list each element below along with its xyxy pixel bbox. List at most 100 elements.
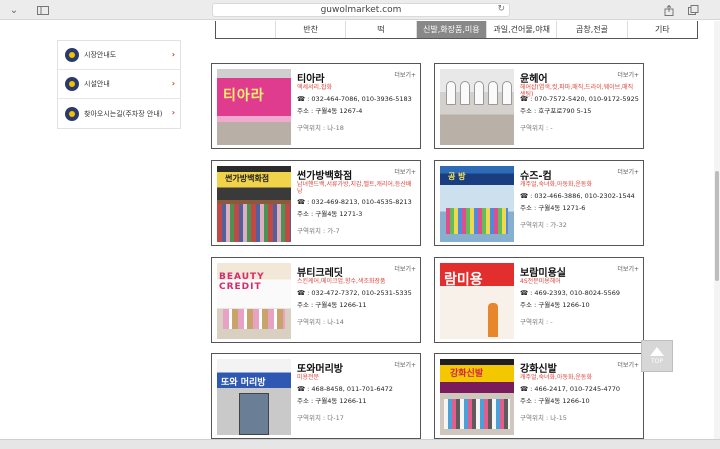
store-address: 주소 : 호구포로790 5-15 [520,107,592,115]
more-link[interactable]: 더보기+ [617,167,639,176]
window-bottom-bar [0,439,720,449]
store-card[interactable]: 공 방 더보기+ 슈즈-컴 캐주얼,숙녀화,아동화,운동화 ☎ : 032-46… [434,160,644,246]
more-link[interactable]: 더보기+ [394,264,416,273]
store-photo[interactable]: 티아라 [217,69,291,145]
sidebar-toggle-icon[interactable] [36,3,50,17]
facility-icon [65,77,79,91]
store-card[interactable]: 강화신발 더보기+ 강화신발 캐주얼,숙녀화,아동화,운동화 ☎ : 466-2… [434,353,644,439]
more-link[interactable]: 더보기+ [394,70,416,79]
store-sign: 또와 머리방 [221,378,266,388]
category-tabs: 반찬 떡 신발,화장품,미용 과일,건어물,야채 곱창,전골 기타 [215,21,698,39]
store-address: 주소 : 구월4동 1266-11 [297,301,367,309]
reload-icon[interactable]: ↻ [497,4,505,14]
store-phone: ☎ : 032-472-7372, 010-2531-5335 [297,289,412,297]
store-phone: ☎ : 466-2417, 010-7245-4770 [520,385,621,393]
chevron-down-icon[interactable]: ⌄ [8,3,20,17]
store-address: 주소 : 구월4동 1266-11 [297,397,367,405]
tab-banchan[interactable]: 반찬 [276,21,347,38]
chevron-right-icon: › [171,50,175,59]
store-address: 주소 : 구월4동 1271-6 [520,204,586,212]
vertical-scrollbar[interactable] [714,21,720,439]
store-sign: 티아라 [223,88,265,104]
store-name: 슈즈-컴 [520,171,552,182]
store-name: 뷰티크레딧 [297,268,343,279]
scroll-top-label: TOP [650,358,663,365]
tabs-overview-icon[interactable] [686,3,700,17]
page-content: 반찬 떡 신발,화장품,미용 과일,건어물,야채 곱창,전골 기타 시장안내도 … [0,21,720,439]
store-photo[interactable]: 썬가방백화점 [217,166,291,242]
sidebar-item-directions[interactable]: 찾아오시는길(주차장 안내) › [58,99,180,128]
store-name: 썬가방백화점 [297,171,353,182]
share-icon[interactable] [662,3,676,17]
store-items: 액세서리,잡화 [297,84,333,91]
store-phone: ☎ : 032-466-3886, 010-2302-1544 [520,192,635,200]
more-link[interactable]: 더보기+ [617,70,639,79]
store-name: 강화신발 [520,364,557,375]
store-zone: 구역위치 : - [520,318,553,326]
store-address: 주소 : 구월4동 1266-10 [520,301,590,309]
chevron-right-icon: › [171,79,175,88]
store-sign: BEAUTY CREDIT [219,272,265,292]
store-photo[interactable]: 람미용 [440,263,514,339]
more-link[interactable]: 더보기+ [617,264,639,273]
store-card[interactable]: 티아라 더보기+ 티아라 액세서리,잡화 ☎ : 032-464-7086, 0… [211,63,421,149]
tab-fruit-dried-vegetable[interactable]: 과일,건어물,야채 [487,21,558,38]
more-link[interactable]: 더보기+ [394,167,416,176]
store-card[interactable]: 썬가방백화점 더보기+ 썬가방백화점 남녀핸드백,서류가방,지갑,벨트,캐리어,… [211,160,421,246]
store-zone: 구역위치 : - [520,124,553,132]
store-zone: 구역위치 : 가-7 [297,227,340,235]
browser-toolbar: ⌄ guwolmarket.com ↻ [0,0,720,20]
store-phone: ☎ : 468-8458, 011-701-6472 [297,385,393,393]
store-sign: 공 방 [448,172,466,181]
store-zone: 구역위치 : 나-14 [297,318,344,326]
scrollbar-thumb[interactable] [715,171,719,281]
store-zone: 구역위치 : 다-17 [297,414,344,422]
store-items: 스킨케어,메이크업,향수,색조화장품 [297,278,386,285]
store-name: 티아라 [297,74,325,85]
category-spacer [216,21,276,38]
store-card[interactable]: 더보기+ 윤헤어 헤어샵(염색,컷,파마,매직,드라이,웨이브,매직셋팅) ☎ … [434,63,644,149]
sidebar-item-label: 찾아오시는길(주차장 안내) [84,109,163,118]
store-items: 캐주얼,숙녀화,아동화,운동화 [520,374,592,381]
store-sign: 강화신발 [450,369,484,379]
sidebar-item-label: 시장안내도 [84,51,117,59]
store-address: 주소 : 구월4동 1267-4 [297,107,363,115]
tab-gopchang-jeongol[interactable]: 곱창,전골 [557,21,628,38]
store-name: 윤헤어 [520,74,548,85]
scroll-top-button[interactable]: TOP [641,340,673,372]
store-photo[interactable]: BEAUTY CREDIT [217,263,291,339]
arrow-up-icon [650,347,664,356]
more-link[interactable]: 더보기+ [394,360,416,369]
store-card[interactable]: 또와 머리방 더보기+ 또와머리방 미용전문 ☎ : 468-8458, 011… [211,353,421,439]
map-icon [65,48,79,62]
store-phone: ☎ : 469-2393, 010-8024-5569 [520,289,621,297]
location-icon [65,106,79,121]
store-card[interactable]: 람미용 더보기+ 보람미용실 4S전문미용헤어 ☎ : 469-2393, 01… [434,257,644,343]
tab-etc[interactable]: 기타 [628,21,697,38]
store-items: 미용전문 [297,374,320,381]
sidebar-item-market-map[interactable]: 시장안내도 › [58,41,180,70]
more-link[interactable]: 더보기+ [617,360,639,369]
store-phone: ☎ : 032-464-7086, 010-3936-5183 [297,95,412,103]
store-photo[interactable]: 또와 머리방 [217,359,291,435]
store-items: 캐주얼,숙녀화,아동화,운동화 [520,181,592,188]
store-sign: 람미용 [444,272,483,288]
address-bar[interactable]: guwolmarket.com ↻ [212,3,510,17]
store-photo[interactable] [440,69,514,145]
store-address: 주소 : 구월4동 1266-10 [520,397,590,405]
sidebar-item-label: 시설안내 [84,80,110,88]
store-photo[interactable]: 강화신발 [440,359,514,435]
store-name: 보람미용실 [520,268,566,279]
store-address: 주소 : 구월4동 1271-3 [297,210,363,218]
store-card[interactable]: BEAUTY CREDIT 더보기+ 뷰티크레딧 스킨케어,메이크업,향수,색조… [211,257,421,343]
store-phone: ☎ : 032-469-8213, 010-4535-8213 [297,198,412,206]
store-items: 4S전문미용헤어 [520,278,561,285]
url-text: guwolmarket.com [320,5,402,15]
store-phone: ☎ : 070-7572-5420, 010-9172-5925 [520,95,639,103]
sidebar-item-facilities[interactable]: 시설안내 › [58,70,180,99]
chevron-right-icon: › [171,108,175,117]
tab-shoes-cosmetics-beauty[interactable]: 신발,화장품,미용 [416,21,487,38]
store-photo[interactable]: 공 방 [440,166,514,242]
tab-tteok[interactable]: 떡 [346,21,417,38]
store-items: 남녀핸드백,서류가방,지갑,벨트,캐리어,등산배낭 [297,181,412,195]
